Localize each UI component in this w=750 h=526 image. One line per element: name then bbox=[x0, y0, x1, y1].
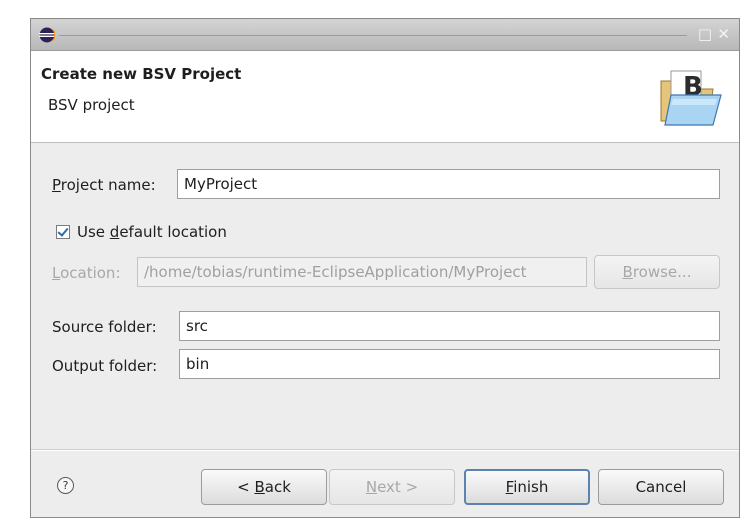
finish-button[interactable]: Finish bbox=[464, 469, 590, 505]
use-default-location-checkbox[interactable] bbox=[56, 225, 70, 239]
output-folder-label: Output folder: bbox=[52, 357, 158, 375]
cancel-button[interactable]: Cancel bbox=[598, 469, 724, 505]
new-bsv-project-dialog: □ ✕ Create new BSV Project BSV project B… bbox=[30, 18, 740, 518]
location-label: Location: bbox=[52, 264, 121, 282]
back-button[interactable]: < Back bbox=[201, 469, 327, 505]
maximize-icon[interactable]: □ bbox=[698, 25, 712, 43]
bsv-folder-icon: B bbox=[660, 70, 722, 126]
title-bar[interactable]: □ ✕ bbox=[31, 19, 739, 51]
close-icon[interactable]: ✕ bbox=[717, 25, 730, 43]
next-button[interactable]: Next > bbox=[329, 469, 455, 505]
help-icon[interactable]: ? bbox=[57, 477, 74, 494]
button-bar-separator bbox=[31, 449, 739, 451]
browse-button[interactable]: Browse... bbox=[594, 255, 720, 289]
output-folder-input[interactable] bbox=[179, 349, 720, 379]
wizard-header: Create new BSV Project BSV project B bbox=[31, 51, 739, 143]
project-name-input[interactable] bbox=[177, 169, 720, 199]
use-default-location-label[interactable]: Use default location bbox=[77, 223, 227, 241]
location-input[interactable] bbox=[137, 257, 587, 287]
source-folder-input[interactable] bbox=[179, 311, 720, 341]
title-separator bbox=[59, 35, 687, 36]
source-folder-label: Source folder: bbox=[52, 318, 157, 336]
wizard-title: Create new BSV Project bbox=[41, 65, 242, 83]
project-name-label: Project name: bbox=[52, 176, 156, 194]
eclipse-logo-icon bbox=[39, 27, 55, 43]
wizard-subtitle: BSV project bbox=[48, 96, 135, 114]
